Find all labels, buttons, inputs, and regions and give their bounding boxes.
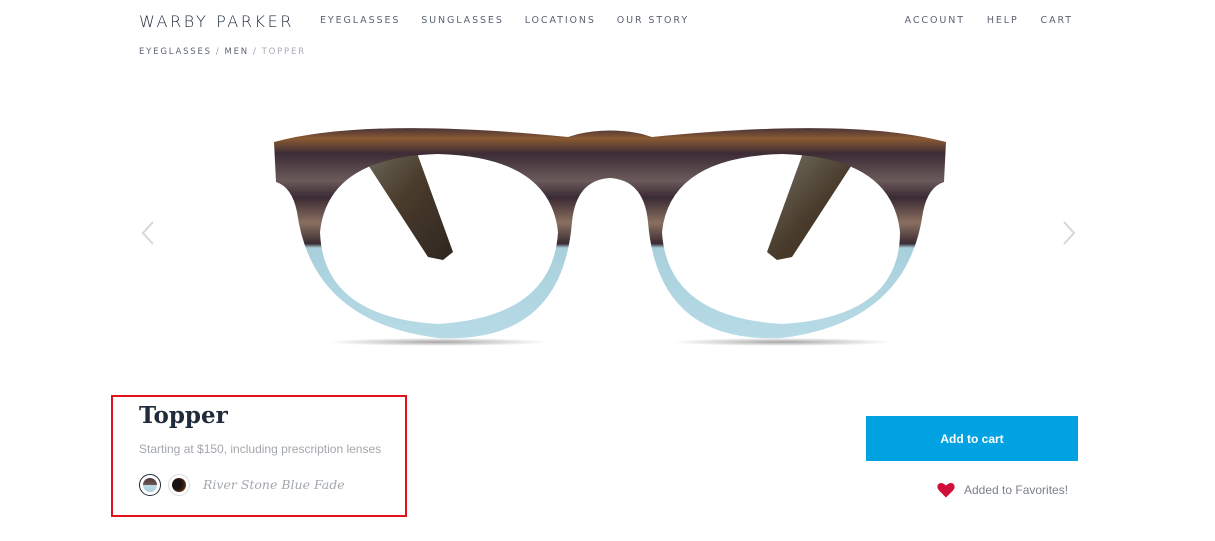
favorite-toggle[interactable]: Added to Favorites! <box>937 482 1068 498</box>
breadcrumb-men[interactable]: MEN <box>225 47 249 57</box>
main-nav: EYEGLASSES SUNGLASSES LOCATIONS OUR STOR… <box>320 15 705 26</box>
add-to-cart-button[interactable]: Add to cart <box>866 416 1078 461</box>
product-price: Starting at $150, including prescription… <box>139 442 382 456</box>
color-swatch-river-stone-blue-fade[interactable] <box>139 474 161 496</box>
favorite-label: Added to Favorites! <box>964 483 1069 497</box>
logo[interactable]: WARBY PARKER <box>139 12 294 31</box>
nav-account[interactable]: ACCOUNT <box>905 15 965 26</box>
nav-our-story[interactable]: OUR STORY <box>617 15 689 26</box>
nav-cart[interactable]: CART <box>1041 15 1073 26</box>
heart-icon <box>937 483 955 498</box>
breadcrumb-eyeglasses[interactable]: EYEGLASSES <box>139 47 212 57</box>
breadcrumb: EYEGLASSES / MEN / TOPPER <box>139 47 306 57</box>
chevron-right-icon <box>1063 221 1076 245</box>
carousel-next-button[interactable] <box>1058 220 1078 246</box>
swatch-color <box>143 478 157 492</box>
product-image-glasses <box>274 128 946 346</box>
breadcrumb-separator: / <box>215 47 221 57</box>
nav-help[interactable]: HELP <box>987 15 1019 26</box>
breadcrumb-separator: / <box>252 47 258 57</box>
breadcrumb-current: TOPPER <box>261 47 306 57</box>
chevron-left-icon <box>141 221 154 245</box>
carousel-prev-button[interactable] <box>139 220 159 246</box>
nav-sunglasses[interactable]: SUNGLASSES <box>421 15 504 26</box>
selected-color-name: River Stone Blue Fade <box>203 477 345 492</box>
utility-nav: ACCOUNT HELP CART <box>888 15 1073 26</box>
color-swatch-tortoise[interactable] <box>168 474 190 496</box>
product-name: Topper <box>139 402 228 429</box>
nav-locations[interactable]: LOCATIONS <box>525 15 596 26</box>
swatch-color <box>172 478 186 492</box>
nav-eyeglasses[interactable]: EYEGLASSES <box>320 15 400 26</box>
